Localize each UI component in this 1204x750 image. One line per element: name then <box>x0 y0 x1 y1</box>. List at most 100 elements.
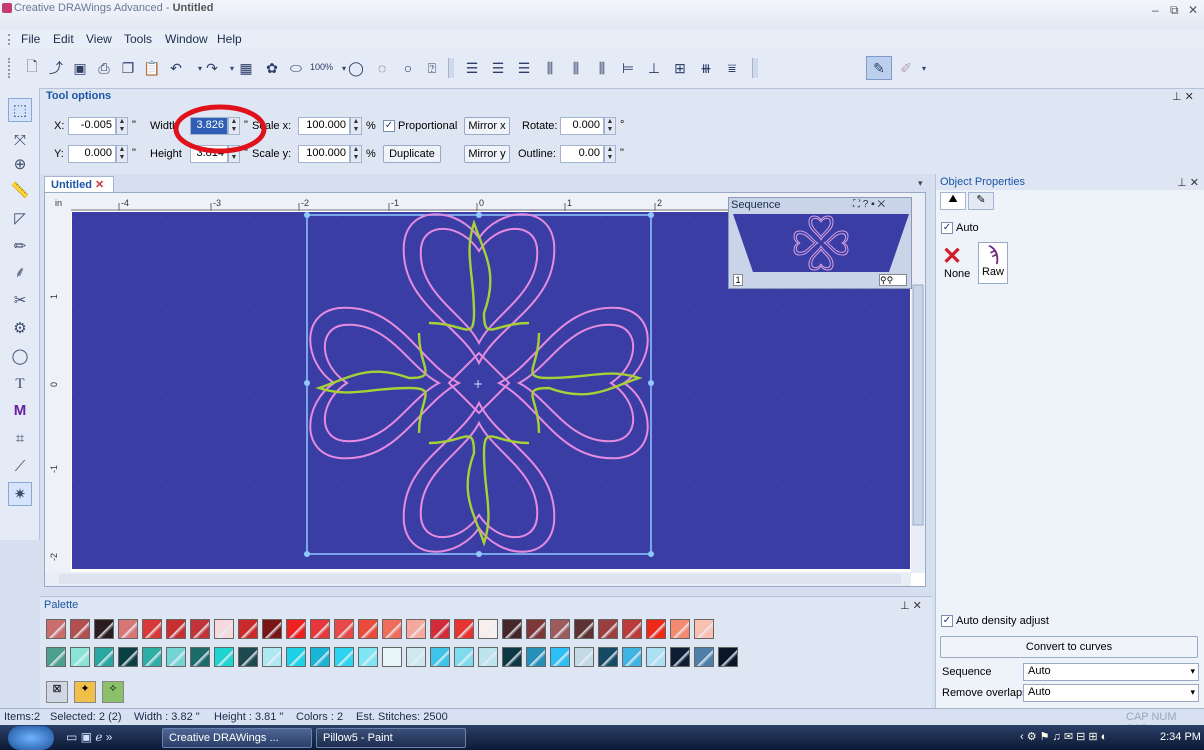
menu-help[interactable]: Help <box>217 32 242 46</box>
mirror-x-button[interactable]: Mirror x <box>464 117 510 135</box>
start-button-icon[interactable] <box>8 726 54 750</box>
tab-list-dropdown-icon[interactable]: ▾ <box>918 178 923 189</box>
applique-tool-icon[interactable]: ⚙ <box>8 316 32 340</box>
open-file-icon[interactable]: ⤴ <box>46 58 66 78</box>
palette-teal-swatch[interactable] <box>430 647 450 667</box>
y-field[interactable]: 0.000 <box>68 145 116 163</box>
pen-icon[interactable]: ✎ <box>869 58 889 78</box>
pin-close-icon[interactable]: ⊥ ✕ <box>1177 176 1199 189</box>
palette-teal-swatch[interactable] <box>214 647 234 667</box>
design-canvas-area[interactable]: in -4 -3 -2 -1 0 1 2 1 0 -1 -2 + Sequenc… <box>44 192 926 587</box>
palette-red-swatch[interactable] <box>310 619 330 639</box>
palette-red-swatch[interactable] <box>622 619 642 639</box>
palette-red-swatch[interactable] <box>358 619 378 639</box>
redo-icon[interactable]: ↷ <box>202 58 222 78</box>
select-tool-icon[interactable]: ⬚ <box>8 98 32 122</box>
palette-red-swatch[interactable] <box>190 619 210 639</box>
menu-edit[interactable]: Edit <box>53 32 74 46</box>
palette-red-swatch[interactable] <box>670 619 690 639</box>
y-spinner[interactable]: ▲ ▼ <box>116 145 128 163</box>
outline-tab-icon[interactable]: ✎ <box>968 192 994 210</box>
palette-red-swatch[interactable] <box>454 619 474 639</box>
rotate-field[interactable]: 0.000 <box>560 117 604 135</box>
space-horizontal-icon[interactable]: ⧻ <box>696 58 716 78</box>
palette-red-swatch[interactable] <box>574 619 594 639</box>
sequence-select[interactable]: Auto ▾ <box>1023 663 1199 681</box>
lasso-minus-icon[interactable]: ◌ <box>372 58 392 78</box>
quick-launch-icons[interactable]: ▭ ▣ ℯ » <box>66 730 112 744</box>
palette-red-swatch[interactable] <box>142 619 162 639</box>
palette-red-swatch[interactable] <box>694 619 714 639</box>
palette-red-swatch[interactable] <box>598 619 618 639</box>
palette-teal-swatch[interactable] <box>574 647 594 667</box>
hoop-icon[interactable]: ⬭ <box>286 58 306 78</box>
scale-y-spinner[interactable]: ▲ ▼ <box>350 145 362 163</box>
rotate-spinner[interactable]: ▲ ▼ <box>604 117 616 135</box>
knife-tool-icon[interactable]: ✂ <box>8 288 32 312</box>
align-center-icon[interactable]: ☰ <box>488 58 508 78</box>
palette-pin-close-icon[interactable]: ⊥ ✕ <box>900 599 922 612</box>
duplicate-button[interactable]: Duplicate <box>383 145 441 163</box>
palette-teal-swatch[interactable] <box>406 647 426 667</box>
palette-teal-swatch[interactable] <box>694 647 714 667</box>
none-fill-icon[interactable]: ✕ <box>942 242 962 271</box>
mirror-y-button[interactable]: Mirror y <box>464 145 510 163</box>
sequence-item-number[interactable]: 1 <box>733 274 743 286</box>
sequence-thumbnail[interactable] <box>733 214 909 272</box>
palette-teal-swatch[interactable] <box>502 647 522 667</box>
align-bottom-icon[interactable]: ⫼ <box>592 58 612 78</box>
palette-teal-swatch[interactable] <box>142 647 162 667</box>
palette-red-swatch[interactable] <box>262 619 282 639</box>
menu-file[interactable]: File <box>21 32 40 46</box>
bean-tool-icon[interactable]: ⌗ <box>8 426 32 450</box>
zoom-level[interactable]: 100% <box>310 62 333 72</box>
text-tool-icon[interactable]: T <box>8 372 32 396</box>
menu-tools[interactable]: Tools <box>124 32 152 46</box>
line-tool-icon[interactable]: ⟋ <box>8 454 32 478</box>
align-left-icon[interactable]: ☰ <box>462 58 482 78</box>
palette-teal-swatch[interactable] <box>286 647 306 667</box>
thread-editor-icon[interactable]: ✧ <box>102 681 124 703</box>
convert-to-curves-button[interactable]: Convert to curves <box>940 636 1198 658</box>
x-field[interactable]: -0.005 <box>68 117 116 135</box>
palette-teal-swatch[interactable] <box>94 647 114 667</box>
palette-red-swatch[interactable] <box>334 619 354 639</box>
horizontal-scroll-track[interactable] <box>59 574 901 584</box>
palette-red-swatch[interactable] <box>70 619 90 639</box>
ellipse-tool-icon[interactable]: ◯ <box>8 344 32 368</box>
marker-icon[interactable]: ✐ <box>896 58 916 78</box>
x-spinner[interactable]: ▲ ▼ <box>116 117 128 135</box>
palette-red-swatch[interactable] <box>118 619 138 639</box>
outline-field[interactable]: 0.00 <box>560 145 604 163</box>
close-button[interactable]: ✕ <box>1188 3 1198 17</box>
palette-teal-swatch[interactable] <box>46 647 66 667</box>
pencil-tool-icon[interactable]: ✏ <box>8 234 32 258</box>
print-icon[interactable]: ⎙ <box>94 58 114 78</box>
palette-teal-swatch[interactable] <box>310 647 330 667</box>
auto-density-checkbox[interactable]: ✓ <box>941 615 953 627</box>
taskbar-paint[interactable]: Pillow5 - Paint <box>316 728 466 748</box>
effects-tool-icon[interactable]: ✷ <box>8 482 32 506</box>
palette-red-swatch[interactable] <box>502 619 522 639</box>
taskbar-creative-drawings[interactable]: Creative DRAWings ... <box>162 728 312 748</box>
sequence-visibility-icons[interactable]: ⚲⚲ <box>879 274 907 286</box>
palette-teal-swatch[interactable] <box>670 647 690 667</box>
palette-red-swatch[interactable] <box>406 619 426 639</box>
monogram-tool-icon[interactable]: M <box>8 398 32 422</box>
raw-fill-button[interactable]: ϡ Raw <box>978 242 1008 284</box>
palette-teal-swatch[interactable] <box>478 647 498 667</box>
palette-teal-swatch[interactable] <box>334 647 354 667</box>
tab-close-icon[interactable]: ✕ <box>95 179 104 191</box>
palette-teal-swatch[interactable] <box>358 647 378 667</box>
palette-red-swatch[interactable] <box>526 619 546 639</box>
palette-teal-swatch[interactable] <box>646 647 666 667</box>
palette-red-swatch[interactable] <box>238 619 258 639</box>
palette-teal-swatch[interactable] <box>118 647 138 667</box>
palette-teal-swatch[interactable] <box>622 647 642 667</box>
new-file-icon[interactable]: 🗋 <box>22 58 42 78</box>
palette-red-swatch[interactable] <box>94 619 114 639</box>
tab-untitled[interactable]: Untitled ✕ <box>44 176 114 192</box>
distribute-horizontal-icon[interactable]: ⊨ <box>618 58 638 78</box>
auto-checkbox[interactable]: ✓ <box>941 222 953 234</box>
scale-y-field[interactable]: 100.000 <box>298 145 350 163</box>
